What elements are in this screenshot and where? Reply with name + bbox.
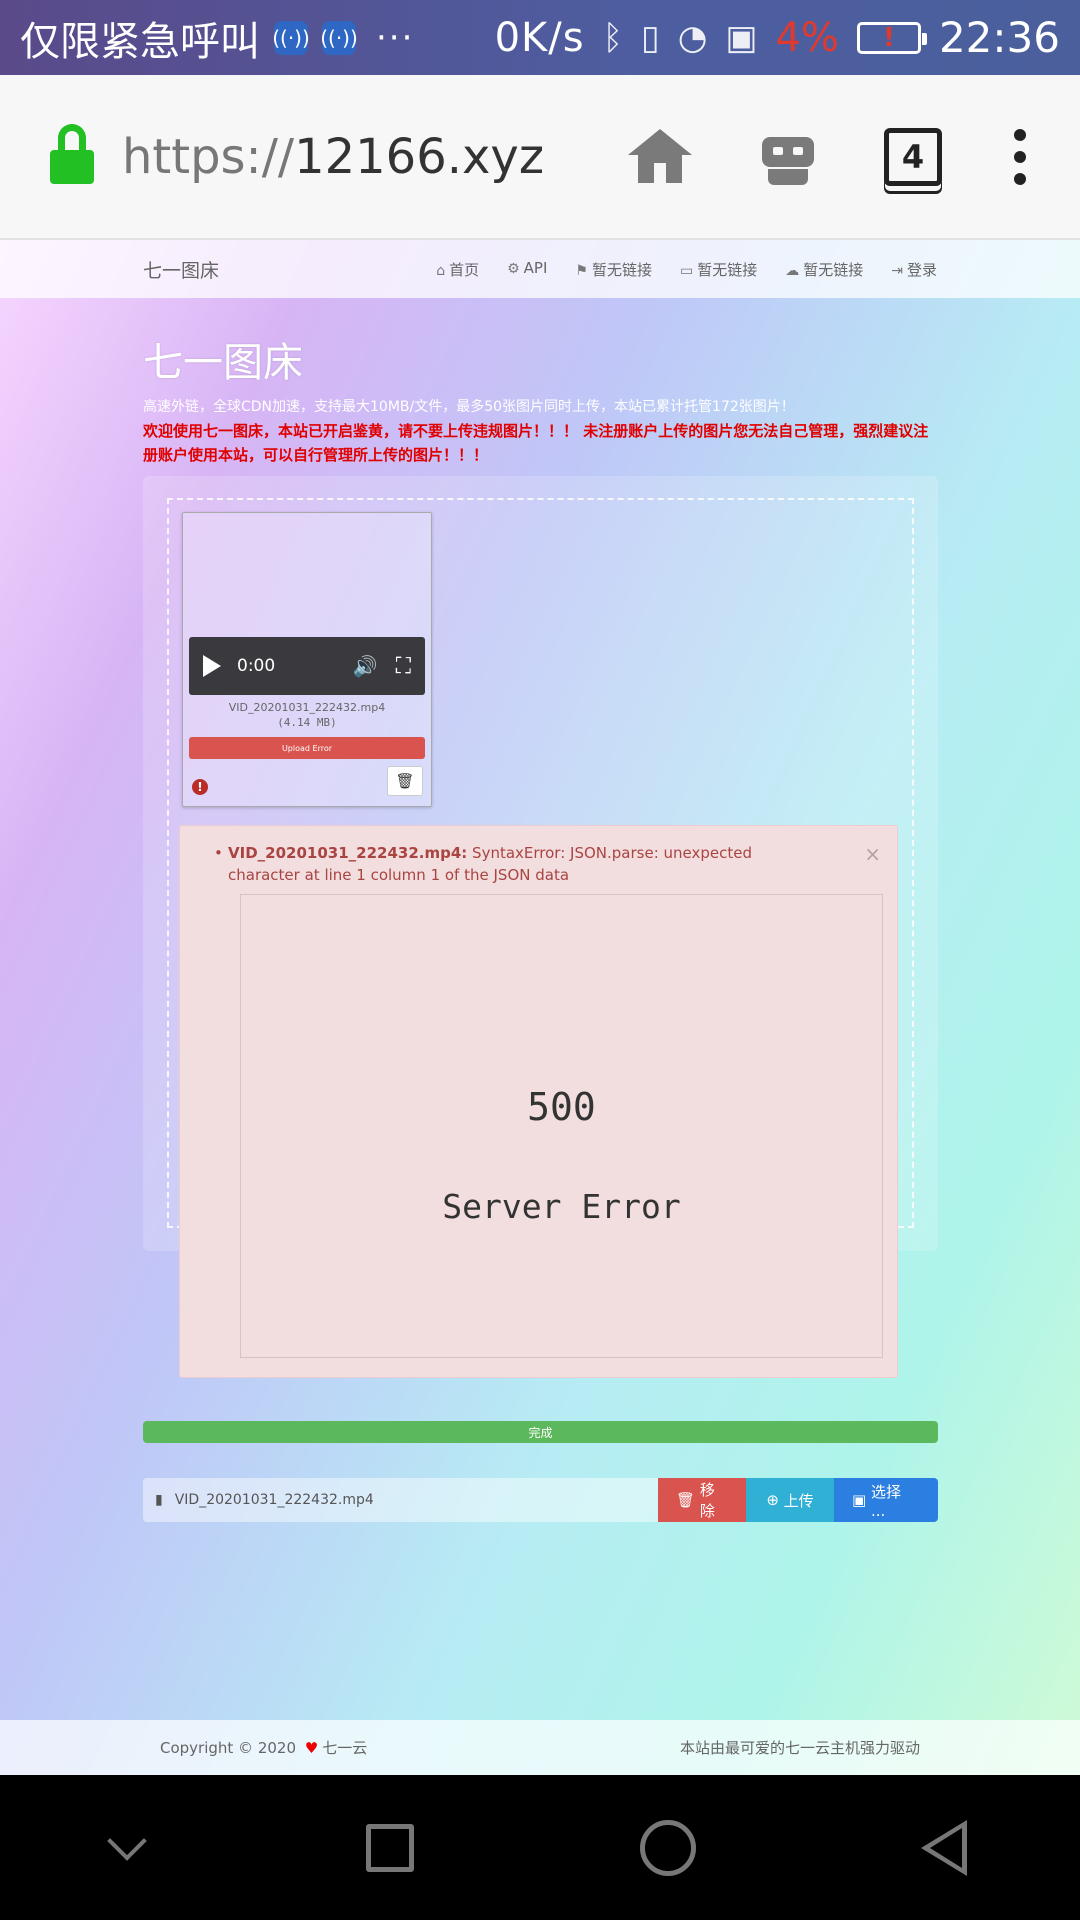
copyright-owner[interactable]: 七一云 bbox=[322, 1739, 367, 1757]
page-title: 七一图床 bbox=[143, 340, 303, 386]
nav-link-api[interactable]: ⚙ API bbox=[507, 259, 547, 280]
nav-link-home[interactable]: ⌂ 首页 bbox=[436, 259, 479, 280]
site-navbar: 七一图床 ⌂ 首页 ⚙ API ⚑ 暂无链接 ▭ 暂无链接 ☁ 暂无链接 ⇥ 登录 bbox=[0, 240, 1080, 298]
lock-icon[interactable] bbox=[50, 123, 94, 190]
tab-switcher-button[interactable]: 4 bbox=[884, 127, 942, 186]
address-bar[interactable]: https://12166.xyz bbox=[122, 129, 544, 185]
file-caption[interactable]: ▮ VID_20201031_222432.mp4 bbox=[143, 1478, 658, 1522]
hero-subtitle: 高速外链，全球CDN加速，支持最大10MB/文件，最多50张图片同时上传，本站已… bbox=[143, 399, 795, 415]
preview-file-name: VID_20201031_222432.mp4 bbox=[228, 701, 386, 714]
file-input-group: ▮ VID_20201031_222432.mp4 🗑 移除 ⊕ 上传 ▣ 选择… bbox=[143, 1478, 938, 1522]
status-bar: 仅限紧急呼叫 ((·)) ((·)) ··· 0K/s ᛒ ▯ ◔ ▣ 4% !… bbox=[0, 0, 1080, 75]
error-text: Server Error bbox=[442, 1187, 681, 1226]
upload-panel: 0:00 🔊 ⛶ VID_20201031_222432.mp4 (4.14 M… bbox=[143, 476, 938, 1378]
upload-progress-bar: 完成 bbox=[143, 1421, 938, 1443]
recents-button[interactable] bbox=[366, 1823, 415, 1872]
browse-button[interactable]: ▣ 选择 ... bbox=[834, 1478, 938, 1522]
nav-link-label: 暂无链接 bbox=[697, 260, 758, 279]
signal-tower-icon: ((·)) bbox=[272, 20, 310, 55]
file-preview-card: 0:00 🔊 ⛶ VID_20201031_222432.mp4 (4.14 M… bbox=[182, 512, 432, 807]
network-speed: 0K/s bbox=[494, 14, 585, 61]
nav-link-label: 登录 bbox=[906, 260, 937, 279]
file-caption-name: VID_20201031_222432.mp4 bbox=[174, 1492, 374, 1508]
folder-icon: ▭ bbox=[679, 262, 694, 279]
hero: 七一图床 高速外链，全球CDN加速，支持最大10MB/文件，最多50张图片同时上… bbox=[143, 330, 943, 467]
battery-icon: ! bbox=[856, 21, 927, 54]
video-player[interactable]: 0:00 🔊 ⛶ bbox=[189, 637, 425, 695]
web-page: 七一图床 ⌂ 首页 ⚙ API ⚑ 暂无链接 ▭ 暂无链接 ☁ 暂无链接 ⇥ 登录 七一图床… bbox=[0, 240, 1080, 1775]
nav-link-label: 暂无链接 bbox=[803, 260, 864, 279]
wifi-icon: ◔ bbox=[677, 17, 708, 58]
browser-toolbar: https://12166.xyz 4 bbox=[0, 75, 1080, 240]
overflow-menu-icon[interactable] bbox=[1010, 128, 1030, 185]
alert-message: VID_20201031_222432.mp4: SyntaxError: JS… bbox=[214, 842, 828, 886]
alert-file: VID_20201031_222432.mp4: bbox=[228, 844, 468, 862]
battery-percent: 4% bbox=[775, 14, 839, 61]
server-error-frame: 500 Server Error bbox=[240, 894, 883, 1358]
upload-label: 上传 bbox=[783, 1491, 814, 1510]
copyright: Copyright © 2020 ♥ 七一云 bbox=[160, 1737, 367, 1758]
browse-label: 选择 ... bbox=[870, 1482, 901, 1520]
back-button[interactable] bbox=[921, 1819, 968, 1876]
login-icon: ⇥ bbox=[891, 262, 903, 279]
nav-link-placeholder-2[interactable]: ▭ 暂无链接 bbox=[680, 259, 757, 280]
url-scheme: https:// bbox=[122, 128, 295, 185]
vibrate-icon: ▯ bbox=[640, 17, 660, 58]
nav-link-login[interactable]: ⇥ 登录 bbox=[891, 259, 937, 280]
preview-file-size: (4.14 MB) bbox=[277, 716, 337, 729]
remove-button[interactable]: 🗑 移除 bbox=[658, 1478, 746, 1522]
copyright-prefix: Copyright © 2020 bbox=[160, 1739, 297, 1757]
robot-icon[interactable] bbox=[760, 129, 816, 185]
clock: 22:36 bbox=[938, 13, 1060, 62]
close-icon[interactable]: × bbox=[864, 842, 881, 866]
emergency-call-text: 仅限紧急呼叫 bbox=[20, 18, 260, 65]
system-navigation-bar bbox=[0, 1775, 1080, 1920]
home-icon[interactable] bbox=[628, 128, 692, 185]
heart-icon: ♥ bbox=[304, 1739, 319, 1757]
progress-fill: 完成 bbox=[143, 1421, 938, 1443]
signal-tower-icon-2: ((·)) bbox=[320, 20, 358, 55]
nav-link-label: API bbox=[523, 258, 548, 277]
file-icon: ▮ bbox=[155, 1492, 163, 1508]
nav-link-label: 暂无链接 bbox=[591, 260, 652, 279]
fullscreen-icon[interactable]: ⛶ bbox=[396, 654, 411, 679]
video-time: 0:00 bbox=[237, 656, 276, 676]
site-brand[interactable]: 七一图床 bbox=[143, 256, 219, 283]
home-icon: ⌂ bbox=[436, 262, 446, 279]
upload-error-bar: Upload Error bbox=[189, 737, 425, 759]
nav-link-label: 首页 bbox=[449, 260, 480, 279]
nav-link-placeholder-3[interactable]: ☁ 暂无链接 bbox=[785, 259, 863, 280]
error-alert: VID_20201031_222432.mp4: SyntaxError: JS… bbox=[179, 825, 898, 1378]
home-button[interactable] bbox=[639, 1819, 696, 1876]
sim-card-icon: ▣ bbox=[725, 17, 758, 58]
trash-icon: 🗑 bbox=[395, 772, 415, 790]
image-icon: ▣ bbox=[852, 1491, 871, 1509]
more-notifications-icon: ··· bbox=[376, 17, 415, 58]
remove-file-button[interactable]: 🗑 bbox=[387, 766, 423, 796]
hide-nav-icon[interactable] bbox=[106, 1820, 147, 1861]
cloud-download-icon: ☁ bbox=[785, 262, 800, 279]
powered-by: 本站由最可爱的七一云主机强力驱动 bbox=[679, 1739, 920, 1757]
hero-warning: 欢迎使用七一图床，本站已开启鉴黄，请不要上传违规图片！！！ 未注册账户上传的图片… bbox=[143, 422, 929, 464]
bluetooth-icon: ᛒ bbox=[602, 17, 623, 58]
footer: Copyright © 2020 ♥ 七一云 本站由最可爱的七一云主机强力驱动 bbox=[0, 1720, 1080, 1775]
trash-icon: 🗑 bbox=[676, 1491, 700, 1509]
error-code: 500 bbox=[527, 1085, 596, 1129]
url-host: 12166.xyz bbox=[294, 128, 545, 185]
flag-icon: ⚑ bbox=[575, 262, 588, 279]
error-exclamation-icon: ! bbox=[192, 779, 208, 795]
battery-alert: ! bbox=[883, 22, 895, 53]
drop-zone[interactable]: 0:00 🔊 ⛶ VID_20201031_222432.mp4 (4.14 M… bbox=[167, 498, 914, 1378]
nav-link-placeholder-1[interactable]: ⚑ 暂无链接 bbox=[575, 259, 652, 280]
play-icon[interactable] bbox=[203, 655, 221, 677]
upload-icon: ⊕ bbox=[766, 1491, 784, 1509]
gear-icon: ⚙ bbox=[507, 260, 520, 277]
volume-icon[interactable]: 🔊 bbox=[353, 654, 378, 678]
upload-button[interactable]: ⊕ 上传 bbox=[746, 1478, 834, 1522]
remove-label: 移除 bbox=[699, 1481, 715, 1520]
